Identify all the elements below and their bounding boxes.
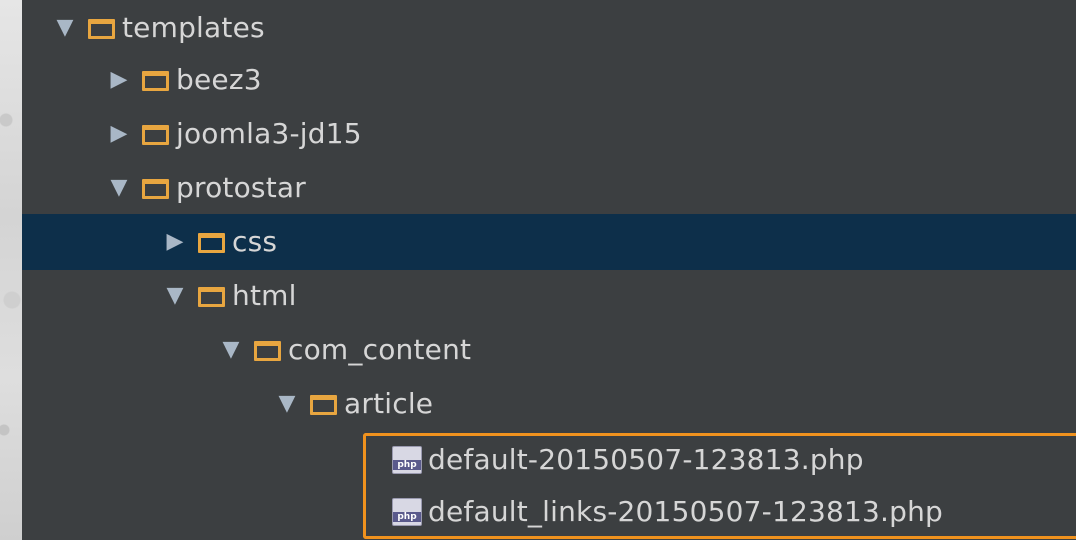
folder-icon [310,395,337,415]
tree-node-label: article [344,387,434,420]
project-tree-panel: ▼ templates ▶ beez3 ▶ joomla3-jd15 ▼ pro… [22,0,1076,540]
tree-node-label: html [232,279,297,312]
folder-icon [142,71,169,91]
triangle-down-icon[interactable]: ▼ [276,393,298,415]
tree-node-com-content[interactable]: ▼ com_content [22,322,1076,378]
tree-file-default-php[interactable]: php default-20150507-123813.php [22,432,1076,488]
folder-icon [142,179,169,199]
triangle-down-icon[interactable]: ▼ [54,17,76,39]
folder-icon [88,19,115,39]
triangle-down-icon[interactable]: ▼ [220,339,242,361]
tree-node-label: com_content [288,333,472,366]
tree-node-label: joomla3-jd15 [176,117,362,150]
tree-file-default-links-php[interactable]: php default_links-20150507-123813.php [22,484,1076,540]
triangle-down-icon[interactable]: ▼ [108,177,130,199]
tree-node-label: css [232,225,278,258]
folder-icon [198,287,225,307]
tree-node-label: templates [122,11,265,44]
folder-icon [142,125,169,145]
tree-node-templates[interactable]: ▼ templates [22,0,1076,56]
tree-node-beez3[interactable]: ▶ beez3 [22,52,1076,108]
triangle-right-icon[interactable]: ▶ [164,231,186,253]
tree-node-html[interactable]: ▼ html [22,268,1076,324]
tree-node-label: beez3 [176,63,262,96]
desktop-background [0,0,22,540]
tree-node-protostar[interactable]: ▼ protostar [22,160,1076,216]
triangle-right-icon[interactable]: ▶ [108,69,130,91]
folder-icon [198,233,225,253]
triangle-down-icon[interactable]: ▼ [164,285,186,307]
tree-node-article[interactable]: ▼ article [22,376,1076,432]
folder-icon [254,341,281,361]
file-name-label: default_links-20150507-123813.php [428,495,944,528]
tree-node-label: protostar [176,171,306,204]
file-name-label: default-20150507-123813.php [428,443,864,476]
php-file-icon: php [392,498,422,526]
tree-node-css[interactable]: ▶ css [22,214,1076,270]
triangle-right-icon[interactable]: ▶ [108,123,130,145]
php-file-icon: php [392,446,422,474]
tree-node-joomla3-jd15[interactable]: ▶ joomla3-jd15 [22,106,1076,162]
